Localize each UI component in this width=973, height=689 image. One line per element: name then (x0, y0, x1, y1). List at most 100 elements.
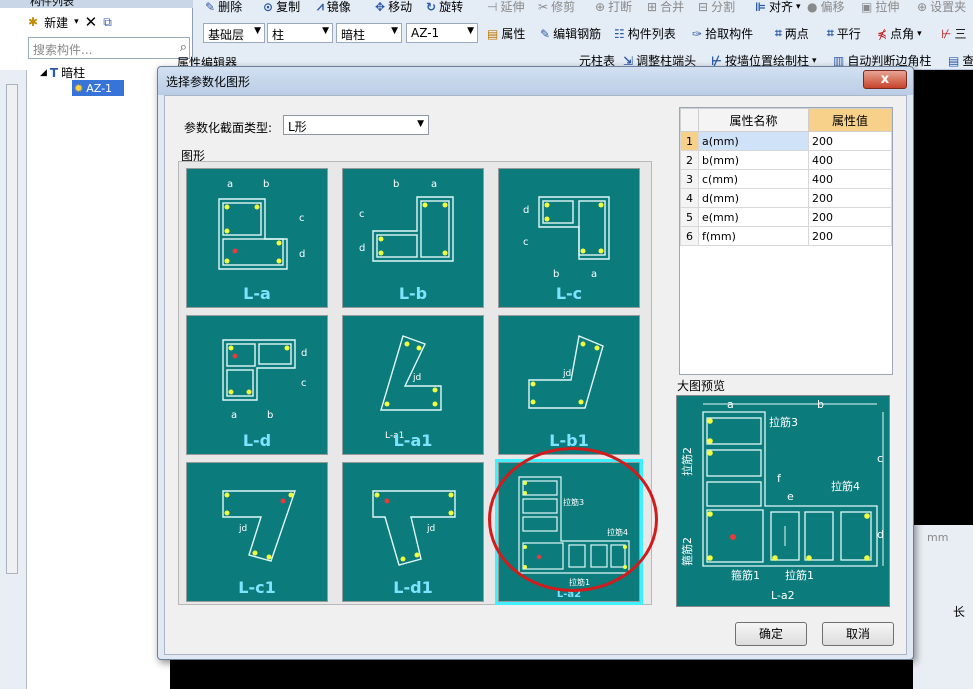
stretch-button[interactable]: ▣ 拉伸 (861, 0, 899, 15)
unit-label: mm (927, 531, 949, 544)
tile-label: L-d (242, 431, 272, 450)
cancel-button[interactable]: 取消 (822, 622, 894, 646)
move-button[interactable]: ✥ 移动 (375, 0, 412, 15)
svg-text:d: d (359, 243, 365, 254)
check-button[interactable]: ▤ 查 (948, 52, 973, 69)
section-type-label: 参数化截面类型: (184, 121, 273, 135)
section-type-value: L形 (288, 120, 307, 134)
svg-text:jd: jd (562, 369, 571, 379)
component-list-button[interactable]: ☷ 构件列表 (614, 25, 676, 42)
point-angle-icon: ⋠ (877, 26, 888, 41)
table-row[interactable]: 2 b(mm) 400 (680, 150, 893, 170)
break-label: 打断 (608, 0, 633, 14)
shape-tile-L-b[interactable]: b a c d L-b (342, 168, 484, 308)
new-dropdown-icon[interactable]: ▾ (74, 17, 79, 27)
merge-icon: ⊞ (647, 0, 658, 14)
search-icon[interactable]: ⌕ (180, 40, 187, 55)
svg-text:a: a (227, 179, 233, 190)
chevron-down-icon: ▾ (917, 28, 922, 39)
floor-select[interactable]: 基础层 ▼ (203, 23, 265, 43)
close-button[interactable]: x (863, 70, 907, 89)
new-icon[interactable]: ✱ (28, 15, 38, 29)
edit-rebar-icon: ✎ (540, 26, 551, 41)
delete-icon[interactable]: ✕ (85, 13, 98, 31)
shape-tile-L-b1[interactable]: jd L-b1 (498, 315, 640, 455)
panel-toolbar: ✱ 新建 ▾ ✕ ⧉ (28, 10, 193, 34)
shape-tile-L-a[interactable]: a b c d L-a (186, 168, 328, 308)
break-button[interactable]: ⊕ 打断 (595, 0, 632, 15)
table-row[interactable]: 6 f(mm) 200 (680, 226, 893, 246)
mirror-button[interactable]: ⩘ 镜像 (317, 0, 351, 15)
property-name: d(mm) (698, 188, 809, 208)
new-button[interactable]: 新建 (44, 14, 68, 31)
row-index: 4 (680, 188, 699, 208)
align-button[interactable]: ⊫ 对齐 ▾ (755, 0, 801, 15)
tree-node-az1[interactable]: ✹ AZ-1 (72, 80, 124, 96)
canvas-bottom[interactable] (170, 660, 913, 689)
delete-label: 删除 (218, 0, 243, 14)
copy-button[interactable]: ⊙ 复制 (263, 0, 300, 15)
property-name: a(mm) (698, 131, 809, 151)
component-value: AZ-1 (411, 26, 440, 40)
extend-button[interactable]: ⊣ 延伸 (487, 0, 524, 15)
offset-button[interactable]: ● 偏移 (807, 0, 845, 15)
shape-tile-L-c1[interactable]: jd L-c1 (186, 462, 328, 602)
three-point-button[interactable]: ⊬ 三 (941, 25, 966, 42)
chevron-down-icon: ▼ (322, 26, 329, 36)
component-search-input[interactable]: 搜索构件... ⌕ (28, 37, 190, 59)
parallel-button[interactable]: ⌗ 平行 (827, 25, 861, 42)
category-value: 柱 (272, 28, 285, 42)
trim-button[interactable]: ✂ 修剪 (538, 0, 575, 15)
property-value[interactable]: 200 (807, 226, 893, 246)
property-value[interactable]: 400 (807, 169, 893, 189)
tree-node-anzhu[interactable]: ◢ T 暗柱 (40, 64, 85, 81)
dialog-titlebar[interactable]: 选择参数化图形 (158, 67, 913, 95)
list-icon: ☷ (614, 26, 625, 41)
property-value[interactable]: 200 (807, 188, 893, 208)
row-index: 5 (680, 207, 699, 227)
split-button[interactable]: ⊟ 分割 (698, 0, 735, 15)
vertical-scrollbar[interactable] (6, 84, 18, 574)
table-row[interactable]: 5 e(mm) 200 (680, 207, 893, 227)
copy-label: 复制 (276, 0, 301, 14)
row-index: 2 (680, 150, 699, 170)
shape-tile-L-d[interactable]: a b d c L-d (186, 315, 328, 455)
drawing-canvas[interactable] (913, 70, 973, 525)
right-lower-panel: mm 长 (913, 525, 973, 689)
rotate-button[interactable]: ↻ 旋转 (426, 0, 463, 15)
edit-rebar-button[interactable]: ✎ 编辑钢筋 (540, 25, 601, 42)
component-select[interactable]: AZ-1 ▼ (406, 23, 478, 43)
table-row[interactable]: 1 a(mm) 200 (680, 131, 893, 151)
section-type-select[interactable]: L形 ▼ (283, 115, 429, 135)
merge-button[interactable]: ⊞ 合并 (647, 0, 684, 15)
expand-icon[interactable]: ◢ (40, 68, 47, 78)
tree-node-label: 暗柱 (61, 66, 86, 80)
point-angle-label: 点角 (890, 27, 915, 41)
table-row[interactable]: 3 c(mm) 400 (680, 169, 893, 189)
shape-tile-L-c[interactable]: b a d c L-c (498, 168, 640, 308)
type-select[interactable]: 暗柱 ▼ (336, 23, 402, 43)
property-value[interactable]: 400 (807, 150, 893, 170)
chevron-down-icon: ▼ (417, 119, 424, 129)
table-row[interactable]: 4 d(mm) 200 (680, 188, 893, 208)
grip-button[interactable]: ⊕ 设置夹 (917, 0, 966, 15)
copy-tool-icon: ⊙ (263, 0, 274, 14)
tile-label: L-c (555, 284, 583, 303)
property-value[interactable]: 200 (807, 207, 893, 227)
ok-button[interactable]: 确定 (735, 622, 807, 646)
properties-button[interactable]: ▤ 属性 (487, 25, 525, 42)
property-name: b(mm) (698, 150, 809, 170)
point-angle-button[interactable]: ⋠ 点角 ▾ (877, 25, 922, 42)
property-value[interactable]: 200 (807, 131, 893, 151)
large-preview-label: 大图预览 (677, 379, 726, 393)
delete-button[interactable]: ✎ 删除 (205, 0, 242, 15)
two-point-icon: ⌗ (775, 26, 782, 40)
pick-component-button[interactable]: ✑ 拾取构件 (692, 25, 753, 42)
two-point-label: 两点 (784, 27, 809, 41)
copy-icon[interactable]: ⧉ (103, 15, 112, 30)
category-select[interactable]: 柱 ▼ (267, 23, 333, 43)
shape-tile-L-a1[interactable]: jd L-a1 L-a1 (342, 315, 484, 455)
search-placeholder: 搜索构件... (33, 43, 93, 57)
shape-tile-L-d1[interactable]: jd L-d1 (342, 462, 484, 602)
two-point-button[interactable]: ⌗ 两点 (775, 25, 809, 42)
